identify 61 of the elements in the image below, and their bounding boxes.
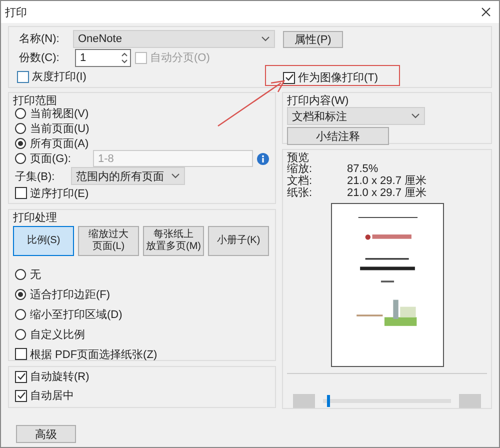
- info-value: 87.5%: [347, 163, 380, 175]
- checkbox[interactable]: [283, 72, 295, 84]
- mode-tab[interactable]: 小册子(K): [208, 226, 269, 256]
- field-label: 名称(N):: [18, 32, 60, 46]
- radio-button[interactable]: [15, 138, 26, 149]
- checkbox[interactable]: [15, 390, 27, 402]
- section-title: 预览: [286, 151, 310, 163]
- caret-icon: [261, 36, 270, 42]
- content-dropdown[interactable]: 文档和标注: [287, 107, 425, 125]
- info-label: 文档:: [287, 175, 314, 187]
- info-icon[interactable]: [257, 152, 269, 164]
- arrow: [218, 80, 286, 127]
- radio-label: 当前页面(U): [30, 122, 90, 136]
- radio-button[interactable]: [15, 153, 26, 164]
- radio-button[interactable]: [15, 123, 26, 134]
- caret-icon: [171, 173, 180, 179]
- radio-label: 无: [30, 268, 41, 282]
- radio-label: 页面(G):: [30, 152, 71, 166]
- checkbox[interactable]: [15, 370, 27, 382]
- checkbox-label: 自动分页(O): [150, 51, 210, 65]
- radio-label: 当前视图(V): [30, 107, 89, 121]
- checkbox[interactable]: [17, 70, 29, 82]
- mode-tab[interactable]: 缩放过大 页面(L): [78, 226, 139, 256]
- section-title: 打印处理: [12, 211, 58, 223]
- radio-button[interactable]: [15, 108, 26, 119]
- radio-button[interactable]: [15, 328, 26, 340]
- checkbox-label: 作为图像打印(T): [298, 71, 378, 85]
- radio-label: 自定义比例: [30, 328, 85, 342]
- checkbox-label: 自动居中: [30, 389, 74, 403]
- checkbox-label: 根据 PDF页面选择纸张(Z): [30, 348, 158, 362]
- radio-label: 缩小至打印区域(D): [30, 308, 122, 322]
- info-label: 纸张:: [287, 187, 314, 199]
- info-value: 21.0 x 29.7 厘米: [347, 175, 428, 187]
- section-title: 打印范围: [12, 94, 58, 106]
- properties-button[interactable]: 属性(P): [283, 31, 343, 48]
- subset-dropdown[interactable]: 范围内的所有页面: [71, 167, 185, 185]
- info-value: 21.0 x 29.7 厘米: [347, 187, 428, 199]
- radio-label: 适合打印边距(F): [30, 288, 110, 302]
- copies-spinner[interactable]: 1: [75, 48, 131, 66]
- info-label: 缩放:: [287, 163, 314, 175]
- radio-label: 所有页面(A): [30, 137, 89, 151]
- caret-icon: [411, 113, 420, 119]
- field-label: 份数(C):: [18, 51, 60, 65]
- checkbox-label: 逆序打印(E): [30, 186, 89, 200]
- mode-tab[interactable]: 每张纸上 放置多页(M): [143, 226, 204, 256]
- radio-button[interactable]: [15, 268, 26, 280]
- slider-thumb[interactable]: [326, 395, 330, 407]
- radio-button[interactable]: [15, 308, 26, 320]
- close-icon[interactable]: [481, 7, 491, 17]
- field-label: 子集(B):: [15, 170, 56, 184]
- checkbox[interactable]: [15, 348, 27, 360]
- section-title: 打印内容(W): [286, 94, 350, 106]
- window-title: 打印: [5, 6, 27, 20]
- mode-tab[interactable]: 比例(S): [13, 226, 74, 256]
- radio-button[interactable]: [15, 288, 26, 300]
- checkbox-label: 灰度打印(I): [32, 70, 86, 84]
- checkbox[interactable]: [15, 187, 27, 199]
- advanced-button[interactable]: 高级: [16, 425, 76, 443]
- checkbox-label: 自动旋转(R): [30, 370, 90, 384]
- printer-dropdown[interactable]: OneNote: [72, 30, 275, 48]
- summarize-button[interactable]: 小结注释: [287, 127, 389, 145]
